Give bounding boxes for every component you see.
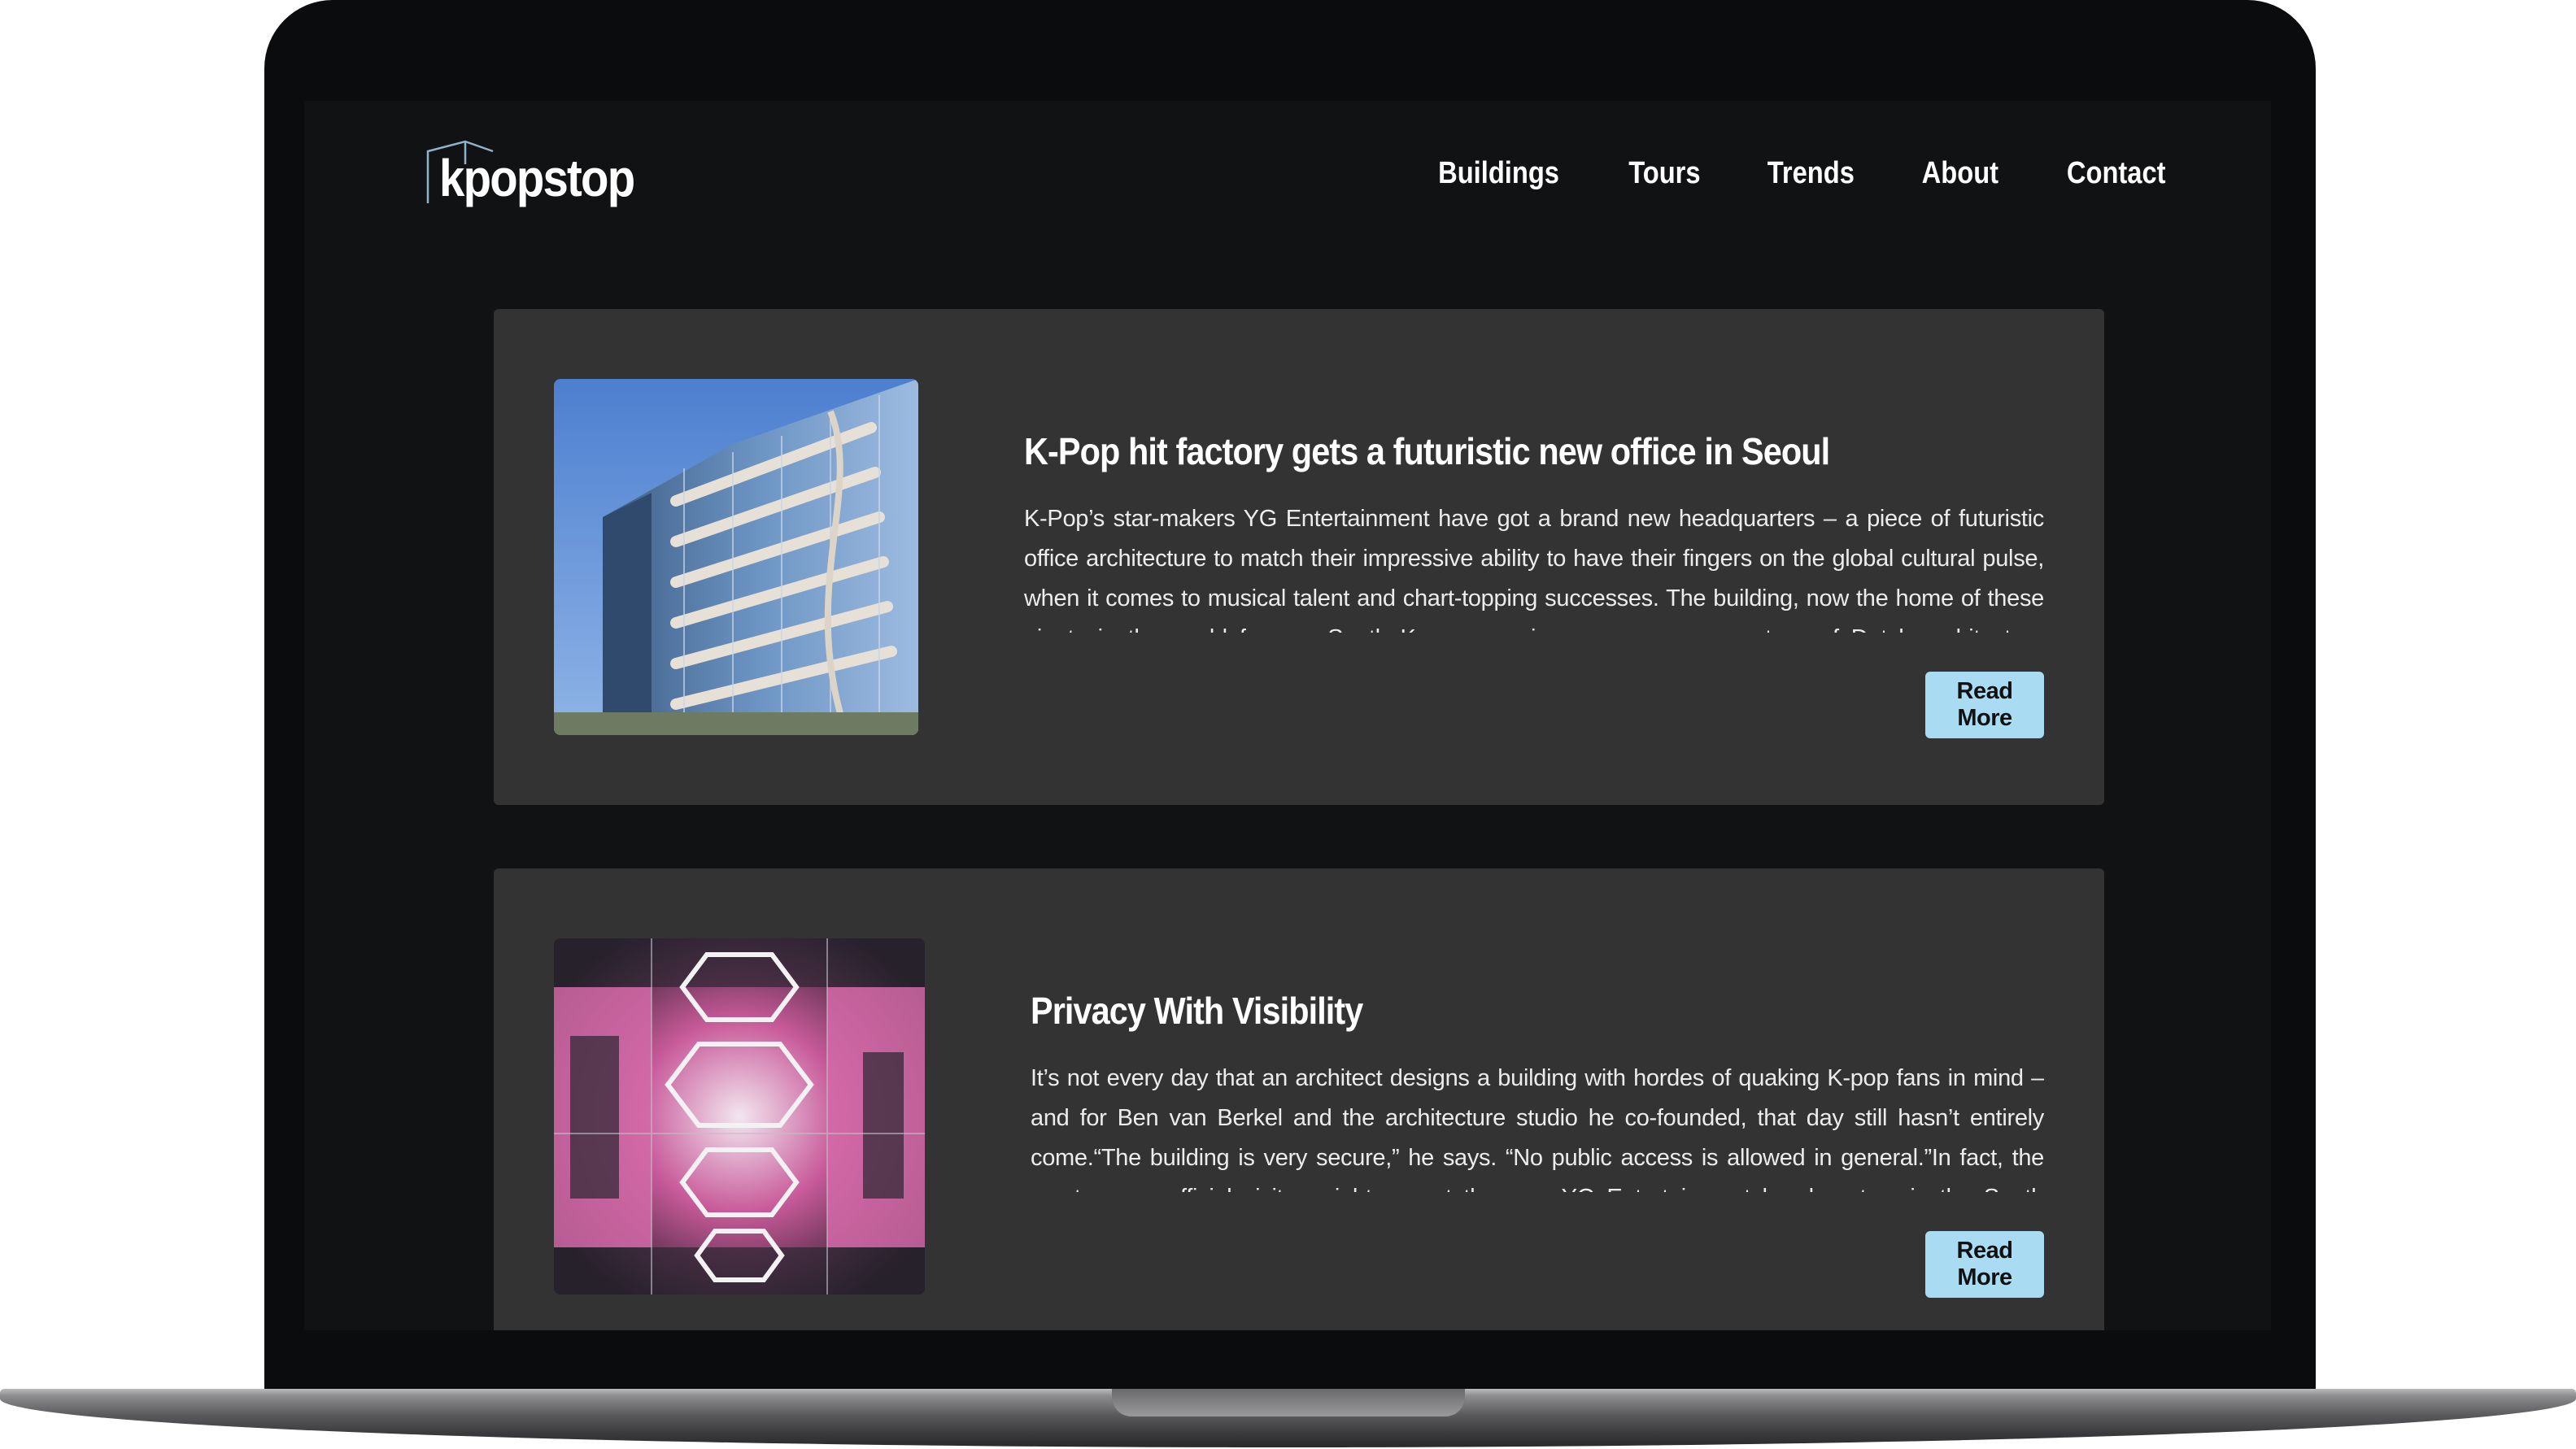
article-title[interactable]: Privacy With Visibility bbox=[1031, 989, 1942, 1033]
nav-trends[interactable]: Trends bbox=[1767, 156, 1855, 191]
article-excerpt: It’s not every day that an architect des… bbox=[1031, 1065, 2044, 1192]
nav-tours[interactable]: Tours bbox=[1629, 156, 1701, 191]
nav-contact[interactable]: Contact bbox=[2066, 156, 2165, 191]
laptop-screen: kpopstop Buildings Tours Trends About Co… bbox=[304, 101, 2271, 1330]
article-card: K-Pop hit factory gets a futuristic new … bbox=[494, 309, 2104, 805]
article-excerpt: K-Pop’s star-makers YG Entertainment hav… bbox=[1024, 506, 2044, 633]
laptop-notch bbox=[1112, 1389, 1465, 1416]
article-body: Privacy With Visibility It’s not every d… bbox=[1031, 989, 2044, 1192]
atrium-image[interactable] bbox=[554, 938, 925, 1295]
nav-buildings[interactable]: Buildings bbox=[1438, 156, 1559, 191]
logo-text: kpopstop bbox=[439, 149, 635, 207]
article-body: K-Pop hit factory gets a futuristic new … bbox=[1024, 429, 2044, 633]
article-card: Privacy With Visibility It’s not every d… bbox=[494, 868, 2104, 1330]
glass-building-image[interactable] bbox=[554, 379, 918, 735]
main-nav: Buildings Tours Trends About Contact bbox=[1428, 156, 2173, 191]
nav-about[interactable]: About bbox=[1921, 156, 1998, 191]
read-more-button[interactable]: Read More bbox=[1925, 1231, 2044, 1298]
article-title[interactable]: K-Pop hit factory gets a futuristic new … bbox=[1024, 429, 1942, 473]
site-logo[interactable]: kpopstop bbox=[425, 140, 636, 221]
read-more-button[interactable]: Read More bbox=[1925, 672, 2044, 738]
